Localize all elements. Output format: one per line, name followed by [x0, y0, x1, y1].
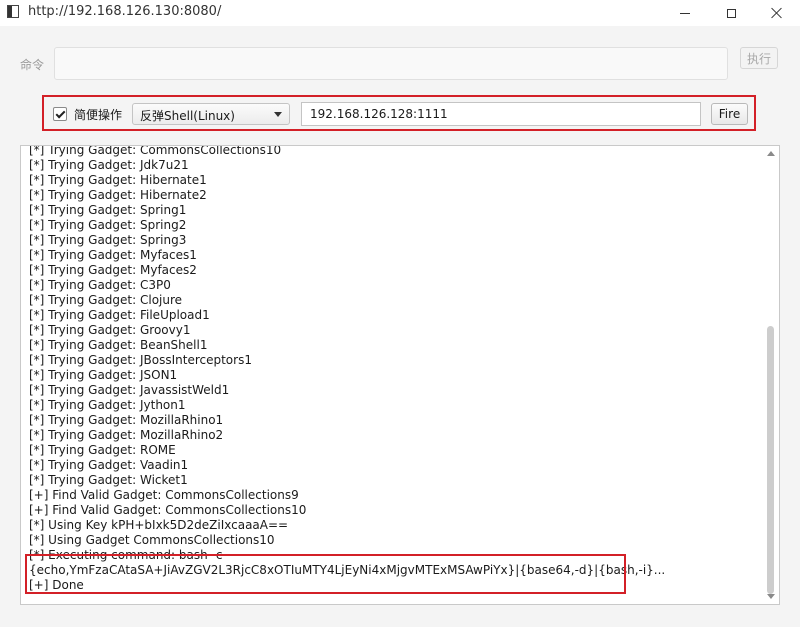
log-line: [*] Trying Gadget: JSON1	[29, 368, 178, 382]
log-line: [*] Trying Gadget: JBossInterceptors1	[29, 353, 252, 367]
log-line: [*] Trying Gadget: Hibernate1	[29, 173, 207, 187]
close-button[interactable]	[754, 0, 800, 26]
minimize-icon	[680, 12, 690, 14]
scroll-down-arrow-icon[interactable]	[767, 594, 775, 599]
log-line: [*] Trying Gadget: JavassistWeld1	[29, 383, 230, 397]
command-input[interactable]	[54, 47, 728, 80]
target-address-input[interactable]	[301, 102, 701, 126]
log-scrollbar[interactable]	[765, 148, 777, 602]
log-line: [*] Trying Gadget: Jython1	[29, 398, 186, 412]
highlight-box-result	[25, 554, 626, 594]
app-window-icon	[7, 5, 19, 18]
log-line: [*] Using Key kPH+bIxk5D2deZiIxcaaaA==	[29, 518, 289, 532]
scroll-up-arrow-icon[interactable]	[767, 151, 775, 156]
chevron-down-icon	[274, 112, 282, 117]
log-line: [*] Trying Gadget: ROME	[29, 443, 176, 457]
maximize-button[interactable]	[708, 0, 754, 26]
log-line: [*] Trying Gadget: Jdk7u21	[29, 158, 189, 172]
log-line: [+] Find Valid Gadget: CommonsCollection…	[29, 488, 299, 502]
minimize-button[interactable]	[662, 0, 708, 26]
log-lines: [*] Trying Gadget: CommonsCollections10 …	[29, 145, 759, 593]
log-line: [*] Trying Gadget: Groovy1	[29, 323, 191, 337]
log-line: [*] Trying Gadget: C3P0	[29, 278, 171, 292]
log-line: [*] Trying Gadget: FileUpload1	[29, 308, 210, 322]
log-line: [*] Trying Gadget: MozillaRhino1	[29, 413, 224, 427]
log-line: [*] Trying Gadget: MozillaRhino2	[29, 428, 224, 442]
log-line: [*] Trying Gadget: CommonsCollections10	[29, 145, 282, 157]
log-line: [*] Using Gadget CommonsCollections10	[29, 533, 275, 547]
close-icon	[771, 7, 783, 19]
payload-type-value: 反弹Shell(Linux)	[140, 109, 235, 123]
log-line: [*] Trying Gadget: Spring3	[29, 233, 187, 247]
scroll-thumb[interactable]	[767, 326, 774, 594]
title-bar: http://192.168.126.130:8080/	[0, 0, 800, 26]
log-line: [*] Trying Gadget: Hibernate2	[29, 188, 207, 202]
window-body: 命令 执行 简便操作 反弹Shell(Linux) Fire [*] Tryin…	[0, 26, 800, 627]
quick-ops-checkbox[interactable]	[53, 107, 67, 121]
log-line: [*] Trying Gadget: BeanShell1	[29, 338, 208, 352]
execute-button[interactable]: 执行	[740, 47, 778, 69]
quick-ops-label: 简便操作	[74, 108, 123, 122]
log-line: [*] Trying Gadget: Vaadin1	[29, 458, 189, 472]
log-line: [*] Trying Gadget: Spring1	[29, 203, 187, 217]
output-log[interactable]: [*] Trying Gadget: CommonsCollections10 …	[20, 145, 780, 605]
log-line: [*] Trying Gadget: Spring2	[29, 218, 187, 232]
fire-button[interactable]: Fire	[711, 103, 748, 125]
log-line: [+] Find Valid Gadget: CommonsCollection…	[29, 503, 307, 517]
payload-type-select[interactable]: 反弹Shell(Linux)	[132, 103, 290, 125]
log-line: [*] Trying Gadget: Myfaces1	[29, 248, 197, 262]
log-line: [*] Trying Gadget: Clojure	[29, 293, 183, 307]
maximize-icon	[726, 8, 736, 18]
window-title: http://192.168.126.130:8080/	[28, 4, 222, 19]
command-label: 命令	[20, 58, 45, 72]
log-line: [*] Trying Gadget: Myfaces2	[29, 263, 197, 277]
log-line: [*] Trying Gadget: Wicket1	[29, 473, 188, 487]
